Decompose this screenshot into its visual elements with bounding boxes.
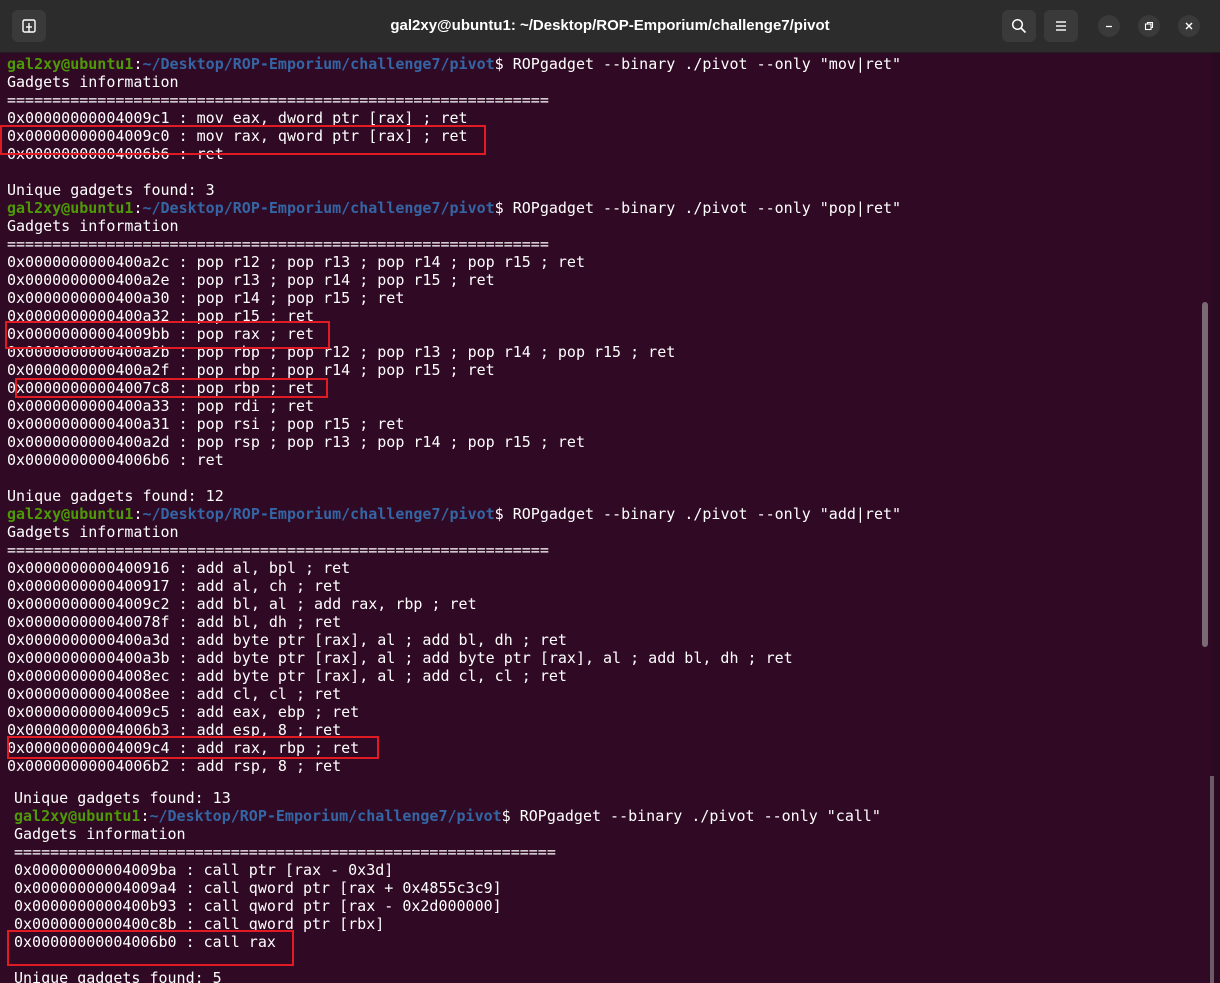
prompt-line: gal2xy@ubuntu1:~/Desktop/ROP-Emporium/ch… <box>7 505 901 523</box>
separator-line: ========================================… <box>7 91 549 109</box>
gadget-line: 0x00000000004008ee : add cl, cl ; ret <box>7 685 342 703</box>
command-text: ROPgadget --binary ./pivot --only "pop|r… <box>503 199 902 217</box>
prompt-dollar: $ <box>494 55 504 73</box>
hamburger-menu-icon <box>1056 21 1066 31</box>
gadget-line: 0x0000000000400a31 : pop rsi ; pop r15 ;… <box>7 415 405 433</box>
prompt-user: gal2xy@ubuntu1 <box>7 199 134 217</box>
command-text: ROPgadget --binary ./pivot --only "mov|r… <box>503 55 902 73</box>
minimize-button[interactable] <box>1098 15 1120 37</box>
gadget-line: 0x00000000004007c8 : pop rbp ; ret <box>7 379 315 397</box>
command-text: ROPgadget --binary ./pivot --only "add|r… <box>503 505 902 523</box>
gadget-line: 0x00000000004009a4 : call qword ptr [rax… <box>14 879 502 897</box>
minimize-icon <box>1106 25 1112 28</box>
gadget-line: 0x000000000040078f : add bl, dh ; ret <box>7 613 342 631</box>
gadget-line: 0x0000000000400a2b : pop rbp ; pop r12 ;… <box>7 343 676 361</box>
maximize-button[interactable] <box>1138 15 1160 37</box>
gadget-line: 0x0000000000400a3d : add byte ptr [rax],… <box>7 631 567 649</box>
gadget-line: 0x00000000004006b3 : add esp, 8 ; ret <box>7 721 342 739</box>
gadget-line: 0x0000000000400b93 : call qword ptr [rax… <box>14 897 502 915</box>
prompt-path: ~/Desktop/ROP-Emporium/challenge7/pivot <box>142 55 495 73</box>
gadget-line: 0x00000000004009c2 : add bl, al ; add ra… <box>7 595 477 613</box>
gadget-line: 0x0000000000400a2f : pop rbp ; pop r14 ;… <box>7 361 495 379</box>
gadget-line: 0x0000000000400a33 : pop rdi ; ret <box>7 397 315 415</box>
window-title: gal2xy@ubuntu1: ~/Desktop/ROP-Emporium/c… <box>390 17 830 34</box>
prompt-line: gal2xy@ubuntu1:~/Desktop/ROP-Emporium/ch… <box>7 55 901 73</box>
separator-line: ========================================… <box>7 235 549 253</box>
prompt-path: ~/Desktop/ROP-Emporium/challenge7/pivot <box>142 505 495 523</box>
gadget-line: 0x00000000004006b6 : ret <box>7 451 224 469</box>
gadgets-count: Unique gadgets found: 5 <box>14 969 222 983</box>
separator-line: ========================================… <box>14 843 556 861</box>
gadget-line: 0x00000000004009c1 : mov eax, dword ptr … <box>7 109 468 127</box>
gadget-line: 0x0000000000400a2c : pop r12 ; pop r13 ;… <box>7 253 585 271</box>
gadget-line: 0x00000000004009c0 : mov rax, qword ptr … <box>7 127 468 145</box>
menu-button[interactable] <box>1044 10 1078 42</box>
prompt-dollar: $ <box>494 199 504 217</box>
separator-line: ========================================… <box>7 541 549 559</box>
prompt-dollar: $ <box>501 807 511 825</box>
prompt-line: gal2xy@ubuntu1:~/Desktop/ROP-Emporium/ch… <box>14 807 881 825</box>
gadget-line: 0x00000000004009ba : call ptr [rax - 0x3… <box>14 861 394 879</box>
gadget-line: 0x00000000004009c5 : add eax, ebp ; ret <box>7 703 360 721</box>
terminal-output[interactable]: gal2xy@ubuntu1:~/Desktop/ROP-Emporium/ch… <box>0 53 1212 983</box>
gadget-line: 0x0000000000400916 : add al, bpl ; ret <box>7 559 351 577</box>
gadget-line: 0x0000000000400a2d : pop rsp ; pop r13 ;… <box>7 433 585 451</box>
search-button[interactable] <box>1002 10 1036 42</box>
gadget-line: 0x0000000000400a32 : pop r15 ; ret <box>7 307 315 325</box>
gadgets-header: Gadgets information <box>7 217 179 235</box>
new-tab-button[interactable] <box>12 10 46 42</box>
gadgets-header: Gadgets information <box>14 825 186 843</box>
gadget-line: 0x00000000004009bb : pop rax ; ret <box>7 325 315 343</box>
gadget-line: 0x0000000000400a2e : pop r13 ; pop r14 ;… <box>7 271 495 289</box>
new-tab-icon <box>22 19 36 33</box>
command-text: ROPgadget --binary ./pivot --only "call" <box>510 807 881 825</box>
close-button[interactable] <box>1178 15 1200 37</box>
gadget-line: 0x0000000000400917 : add al, ch ; ret <box>7 577 342 595</box>
gadgets-header: Gadgets information <box>7 523 179 541</box>
gadgets-count: Unique gadgets found: 13 <box>14 789 231 807</box>
gadget-line: 0x0000000000400a3b : add byte ptr [rax],… <box>7 649 793 667</box>
prompt-path: ~/Desktop/ROP-Emporium/challenge7/pivot <box>142 199 495 217</box>
prompt-user: gal2xy@ubuntu1 <box>7 55 134 73</box>
gadget-line: 0x00000000004006b2 : add rsp, 8 ; ret <box>7 757 342 775</box>
search-icon <box>1011 18 1027 34</box>
gadget-line: 0x0000000000400c8b : call qword ptr [rbx… <box>14 915 385 933</box>
gadgets-count: Unique gadgets found: 3 <box>7 181 215 199</box>
prompt-dollar: $ <box>494 505 504 523</box>
prompt-line: gal2xy@ubuntu1:~/Desktop/ROP-Emporium/ch… <box>7 199 901 217</box>
scrollbar-thumb[interactable] <box>1202 302 1208 647</box>
prompt-user: gal2xy@ubuntu1 <box>14 807 141 825</box>
scrollbar-thumb-lower[interactable] <box>1210 776 1214 983</box>
close-icon <box>1185 22 1193 30</box>
gadgets-count: Unique gadgets found: 12 <box>7 487 224 505</box>
gadget-line: 0x00000000004006b6 : ret <box>7 145 224 163</box>
gadget-line: 0x00000000004009c4 : add rax, rbp ; ret <box>7 739 360 757</box>
gadget-line: 0x00000000004008ec : add byte ptr [rax],… <box>7 667 567 685</box>
gadgets-header: Gadgets information <box>7 73 179 91</box>
prompt-path: ~/Desktop/ROP-Emporium/challenge7/pivot <box>149 807 502 825</box>
restore-icon <box>1144 21 1154 31</box>
title-bar: gal2xy@ubuntu1: ~/Desktop/ROP-Emporium/c… <box>0 0 1220 53</box>
gadget-line: 0x00000000004006b0 : call rax <box>14 933 276 951</box>
gadget-line: 0x0000000000400a30 : pop r14 ; pop r15 ;… <box>7 289 405 307</box>
prompt-user: gal2xy@ubuntu1 <box>7 505 134 523</box>
